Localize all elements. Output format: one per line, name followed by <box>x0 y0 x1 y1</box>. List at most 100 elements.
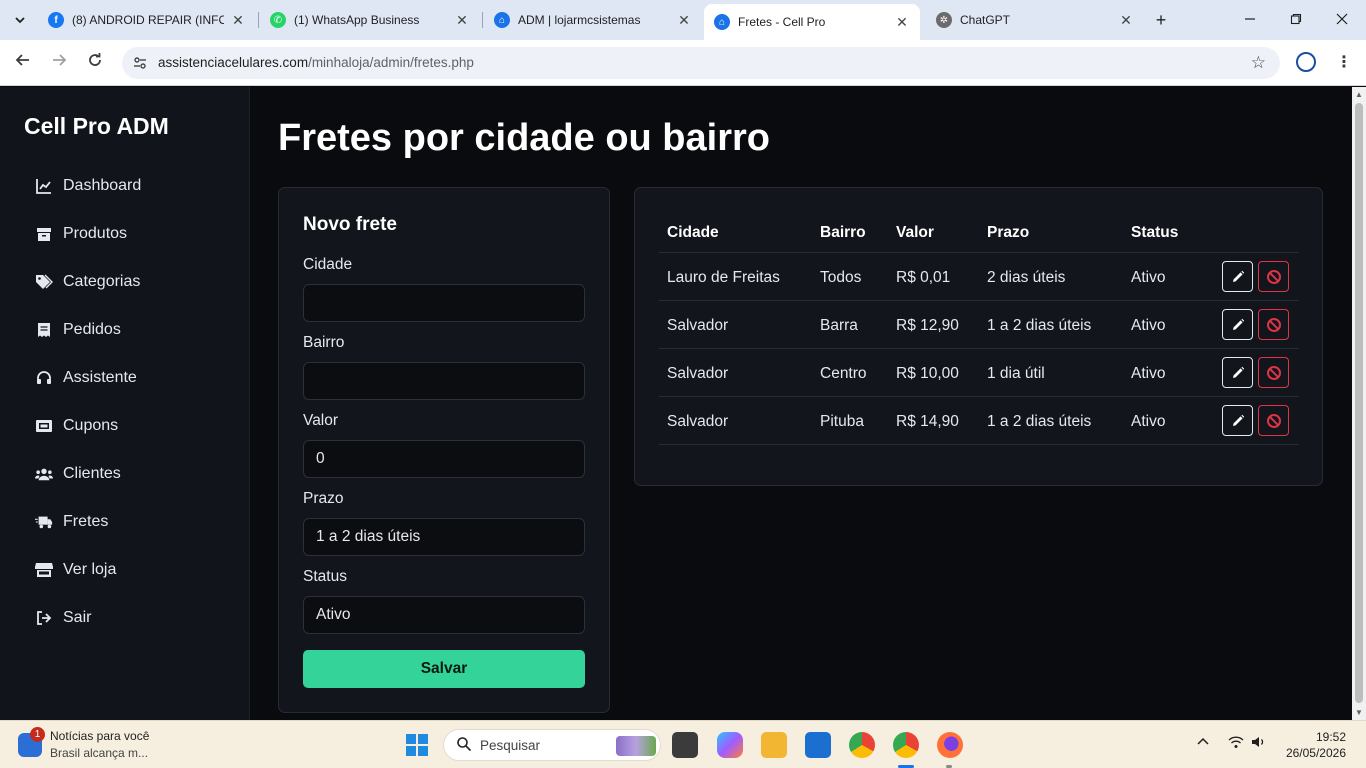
sidebar-item-assistente[interactable]: Assistente <box>35 365 137 391</box>
sidebar-item-dashboard[interactable]: Dashboard <box>35 173 141 199</box>
windows-start-icon[interactable] <box>406 734 428 756</box>
file-explorer-icon[interactable] <box>761 732 787 758</box>
scroll-down-arrow-icon[interactable]: ▼ <box>1355 708 1363 717</box>
chrome-profile-icon[interactable] <box>893 732 919 758</box>
profile-avatar-icon[interactable] <box>1296 52 1316 72</box>
copilot-icon[interactable] <box>717 732 743 758</box>
sidebar-item-label: Sair <box>63 609 92 626</box>
cell-status: Ativo <box>1131 365 1166 382</box>
tags-icon <box>35 273 53 291</box>
scrollbar-thumb[interactable] <box>1355 103 1363 703</box>
deactivate-button[interactable] <box>1258 405 1289 436</box>
browser-tab-4[interactable]: ✲ ChatGPT ✕ <box>926 6 1144 34</box>
sidebar-item-pedidos[interactable]: Pedidos <box>35 317 121 343</box>
edit-button[interactable] <box>1222 357 1253 388</box>
cidade-input[interactable] <box>303 284 585 322</box>
restore-button[interactable] <box>1284 8 1308 32</box>
system-clock[interactable]: 19:52 26/05/2026 <box>1286 729 1346 761</box>
valor-input[interactable]: 0 <box>303 440 585 478</box>
page-scrollbar[interactable]: ▲ ▼ <box>1352 87 1366 720</box>
status-select[interactable]: Ativo <box>303 596 585 634</box>
arrow-right-icon <box>53 54 67 66</box>
wifi-icon[interactable] <box>1228 735 1244 752</box>
sidebar-item-label: Produtos <box>63 225 128 242</box>
close-icon[interactable]: ✕ <box>894 14 910 31</box>
search-placeholder: Pesquisar <box>480 738 541 753</box>
edit-button[interactable] <box>1222 309 1253 340</box>
reload-button[interactable] <box>84 52 106 74</box>
chevron-up-icon[interactable] <box>1196 735 1210 752</box>
sidebar-item-produtos[interactable]: Produtos <box>35 221 127 247</box>
task-view-icon[interactable] <box>672 732 698 758</box>
facebook-icon: f <box>48 12 64 28</box>
url-text[interactable]: assistenciacelulares.com/minhaloja/admin… <box>158 55 474 70</box>
browser-tab-3-active[interactable]: ⌂ Fretes - Cell Pro ✕ <box>704 4 920 40</box>
chrome-icon[interactable] <box>849 732 875 758</box>
sidebar-item-ver-loja[interactable]: Ver loja <box>35 557 116 583</box>
table-divider <box>659 396 1299 397</box>
site-settings-icon[interactable] <box>132 55 148 74</box>
column-header-status: Status <box>1131 224 1179 241</box>
save-button[interactable]: Salvar <box>303 650 585 688</box>
close-window-button[interactable] <box>1330 8 1354 32</box>
new-freight-form-card: Novo frete Cidade Bairro Valor 0 Prazo 1… <box>278 187 610 713</box>
status-label: Status <box>303 568 347 585</box>
bookmark-star-icon[interactable]: ☆ <box>1251 53 1266 73</box>
reload-icon <box>89 53 101 66</box>
sidebar-item-categorias[interactable]: Categorias <box>35 269 140 295</box>
browser-toolbar: assistenciacelulares.com/minhaloja/admin… <box>0 40 1366 86</box>
ban-icon <box>1266 365 1281 380</box>
cell-cidade: Salvador <box>667 413 729 430</box>
tab-separator <box>258 12 259 28</box>
windows-taskbar: 1 Notícias para você Brasil alcança m...… <box>0 720 1366 768</box>
chevron-down-icon <box>15 17 25 24</box>
truck-icon <box>35 513 53 531</box>
scroll-up-arrow-icon[interactable]: ▲ <box>1355 90 1363 99</box>
sidebar-item-cupons[interactable]: Cupons <box>35 413 118 439</box>
tab-search-button[interactable] <box>8 8 32 32</box>
firefox-icon[interactable] <box>937 732 963 758</box>
browser-tab-0[interactable]: f (8) ANDROID REPAIR (INFO ✕ <box>38 6 256 34</box>
sidebar-item-fretes[interactable]: Fretes <box>35 509 108 535</box>
edit-button[interactable] <box>1222 405 1253 436</box>
store-icon <box>35 561 53 579</box>
news-subtitle[interactable]: Brasil alcança m... <box>50 746 148 760</box>
page-title: Fretes por cidade ou bairro <box>278 117 770 159</box>
more-menu-icon[interactable]: ⋮ <box>1336 52 1352 72</box>
sidebar-item-label: Assistente <box>63 369 137 386</box>
forward-button[interactable] <box>48 52 70 74</box>
arrow-left-icon <box>15 54 29 66</box>
close-icon[interactable]: ✕ <box>676 12 692 29</box>
cell-status: Ativo <box>1131 317 1166 334</box>
cell-valor: R$ 10,00 <box>896 365 959 382</box>
back-button[interactable] <box>12 52 34 74</box>
sidebar-item-clientes[interactable]: Clientes <box>35 461 121 487</box>
cell-prazo: 2 dias úteis <box>987 269 1066 286</box>
valor-label: Valor <box>303 412 339 429</box>
minimize-button[interactable] <box>1238 8 1262 32</box>
pencil-icon <box>1232 414 1244 426</box>
pencil-icon <box>1232 270 1244 282</box>
pencil-icon <box>1232 366 1244 378</box>
address-bar[interactable]: assistenciacelulares.com/minhaloja/admin… <box>122 47 1280 79</box>
bairro-input[interactable] <box>303 362 585 400</box>
deactivate-button[interactable] <box>1258 357 1289 388</box>
ticket-icon <box>35 417 53 435</box>
browser-tab-1[interactable]: ✆ (1) WhatsApp Business ✕ <box>260 6 480 34</box>
microsoft-store-icon[interactable] <box>805 732 831 758</box>
prazo-input[interactable]: 1 a 2 dias úteis <box>303 518 585 556</box>
close-icon[interactable]: ✕ <box>1118 12 1134 29</box>
cell-valor: R$ 12,90 <box>896 317 959 334</box>
news-title[interactable]: Notícias para você <box>50 729 149 743</box>
browser-tab-2[interactable]: ⌂ ADM | lojarmcsistemas ✕ <box>484 6 702 34</box>
close-icon[interactable]: ✕ <box>454 12 470 29</box>
edit-button[interactable] <box>1222 261 1253 292</box>
sidebar-item-sair[interactable]: Sair <box>35 605 91 631</box>
new-tab-button[interactable]: + <box>1150 9 1172 31</box>
taskbar-search[interactable]: Pesquisar <box>443 729 661 761</box>
deactivate-button[interactable] <box>1258 261 1289 292</box>
close-icon[interactable]: ✕ <box>230 12 246 29</box>
deactivate-button[interactable] <box>1258 309 1289 340</box>
volume-icon[interactable] <box>1251 735 1267 752</box>
form-title: Novo frete <box>303 214 397 235</box>
